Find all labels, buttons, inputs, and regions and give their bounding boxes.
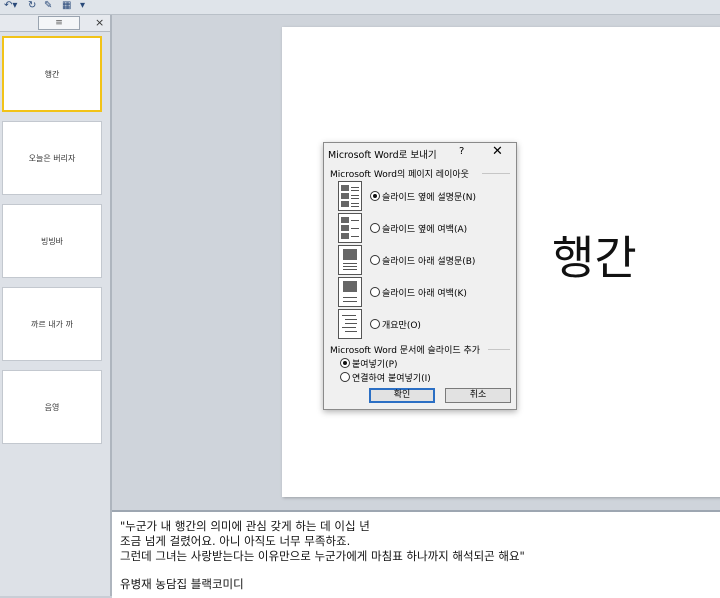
notes-line: 그런데 그녀는 사랑받는다는 이유만으로 누군가에게 마침표 하나까지 해석되곤… bbox=[120, 549, 525, 563]
slide-layout-icon[interactable]: ▦ bbox=[62, 0, 71, 12]
add-group-label: Microsoft Word 문서에 슬라이드 추가 bbox=[330, 346, 481, 356]
slide-thumbnail-2[interactable]: 오늘은 버리자 bbox=[2, 121, 102, 195]
quick-access-toolbar: ↶▾ ↻ ✎ ▦ ▾ bbox=[0, 0, 720, 15]
close-icon[interactable]: ✕ bbox=[492, 144, 503, 159]
group-divider bbox=[482, 173, 510, 174]
slide-thumbnail-1[interactable]: 행간 bbox=[2, 36, 102, 112]
help-icon[interactable]: ? bbox=[459, 146, 464, 157]
thumbnail-label: 빙빙바 bbox=[40, 236, 64, 246]
thumbnail-label: 행간 bbox=[44, 69, 60, 79]
outline-tab[interactable]: ≡ bbox=[38, 16, 80, 30]
thumbnail-label: 까르 내가 까 bbox=[31, 319, 73, 329]
cancel-button[interactable]: 취소 bbox=[445, 388, 511, 403]
redo-icon[interactable]: ↻ bbox=[28, 0, 36, 12]
layout-radio-4[interactable] bbox=[370, 287, 380, 297]
notes-line: 조금 넘게 걸렸어요. 아니 아직도 너무 무족하죠. bbox=[120, 534, 351, 548]
group-divider bbox=[488, 349, 510, 350]
paste-link-radio[interactable] bbox=[340, 372, 350, 382]
spell-check-icon[interactable]: ✎ bbox=[44, 0, 52, 12]
notes-line: 유병재 농담집 블랙코미디 bbox=[120, 577, 244, 591]
ok-button[interactable]: 확인 bbox=[369, 388, 435, 403]
paste-radio[interactable] bbox=[340, 358, 350, 368]
layout-group-label: Microsoft Word의 페이지 레이아웃 bbox=[330, 170, 469, 180]
layout-outline-only-icon bbox=[338, 309, 362, 339]
slide-thumbnail-3[interactable]: 빙빙바 bbox=[2, 204, 102, 278]
slide-thumbnail-5[interactable]: 음영 bbox=[2, 370, 102, 444]
close-icon[interactable]: × bbox=[95, 16, 104, 29]
paste-link-option-label[interactable]: 연결하여 붙여넣기(I) bbox=[352, 371, 431, 384]
layout-option-label[interactable]: 개요만(O) bbox=[382, 318, 421, 331]
layout-blank-beside-icon bbox=[338, 213, 362, 243]
thumbnail-label: 오늘은 버리자 bbox=[28, 153, 76, 163]
layout-radio-2[interactable] bbox=[370, 223, 380, 233]
slide-title[interactable]: 행간 bbox=[552, 222, 637, 288]
layout-option-label[interactable]: 슬라이드 아래 설명문(B) bbox=[382, 254, 475, 267]
layout-radio-5[interactable] bbox=[370, 319, 380, 329]
slide-thumbnails: 행간 오늘은 버리자 빙빙바 까르 내가 까 음영 bbox=[0, 32, 110, 596]
layout-radio-1[interactable] bbox=[370, 191, 380, 201]
slides-panel-header: ≡ × bbox=[0, 15, 110, 32]
layout-option-label[interactable]: 슬라이드 옆에 여백(A) bbox=[382, 222, 467, 235]
dialog-title: Microsoft Word로 보내기 bbox=[328, 150, 437, 161]
notes-line: "누군가 내 행간의 의미에 관심 갖게 하는 데 이십 년 bbox=[120, 519, 370, 533]
layout-blank-below-icon bbox=[338, 277, 362, 307]
paste-option-label[interactable]: 붙여넣기(P) bbox=[352, 357, 398, 370]
undo-icon[interactable]: ↶▾ bbox=[4, 0, 17, 12]
customize-icon[interactable]: ▾ bbox=[80, 0, 85, 12]
notes-pane[interactable]: "누군가 내 행간의 의미에 관심 갖게 하는 데 이십 년 조금 넘게 걸렸어… bbox=[112, 510, 720, 598]
layout-option-label[interactable]: 슬라이드 아래 여백(K) bbox=[382, 286, 467, 299]
layout-radio-3[interactable] bbox=[370, 255, 380, 265]
thumbnail-label: 음영 bbox=[44, 402, 60, 412]
layout-notes-below-icon bbox=[338, 245, 362, 275]
layout-notes-beside-icon bbox=[338, 181, 362, 211]
send-to-word-dialog: Microsoft Word로 보내기 ? ✕ Microsoft Word의 … bbox=[323, 142, 517, 410]
layout-option-label[interactable]: 슬라이드 옆에 설명문(N) bbox=[382, 190, 476, 203]
slide-thumbnail-4[interactable]: 까르 내가 까 bbox=[2, 287, 102, 361]
